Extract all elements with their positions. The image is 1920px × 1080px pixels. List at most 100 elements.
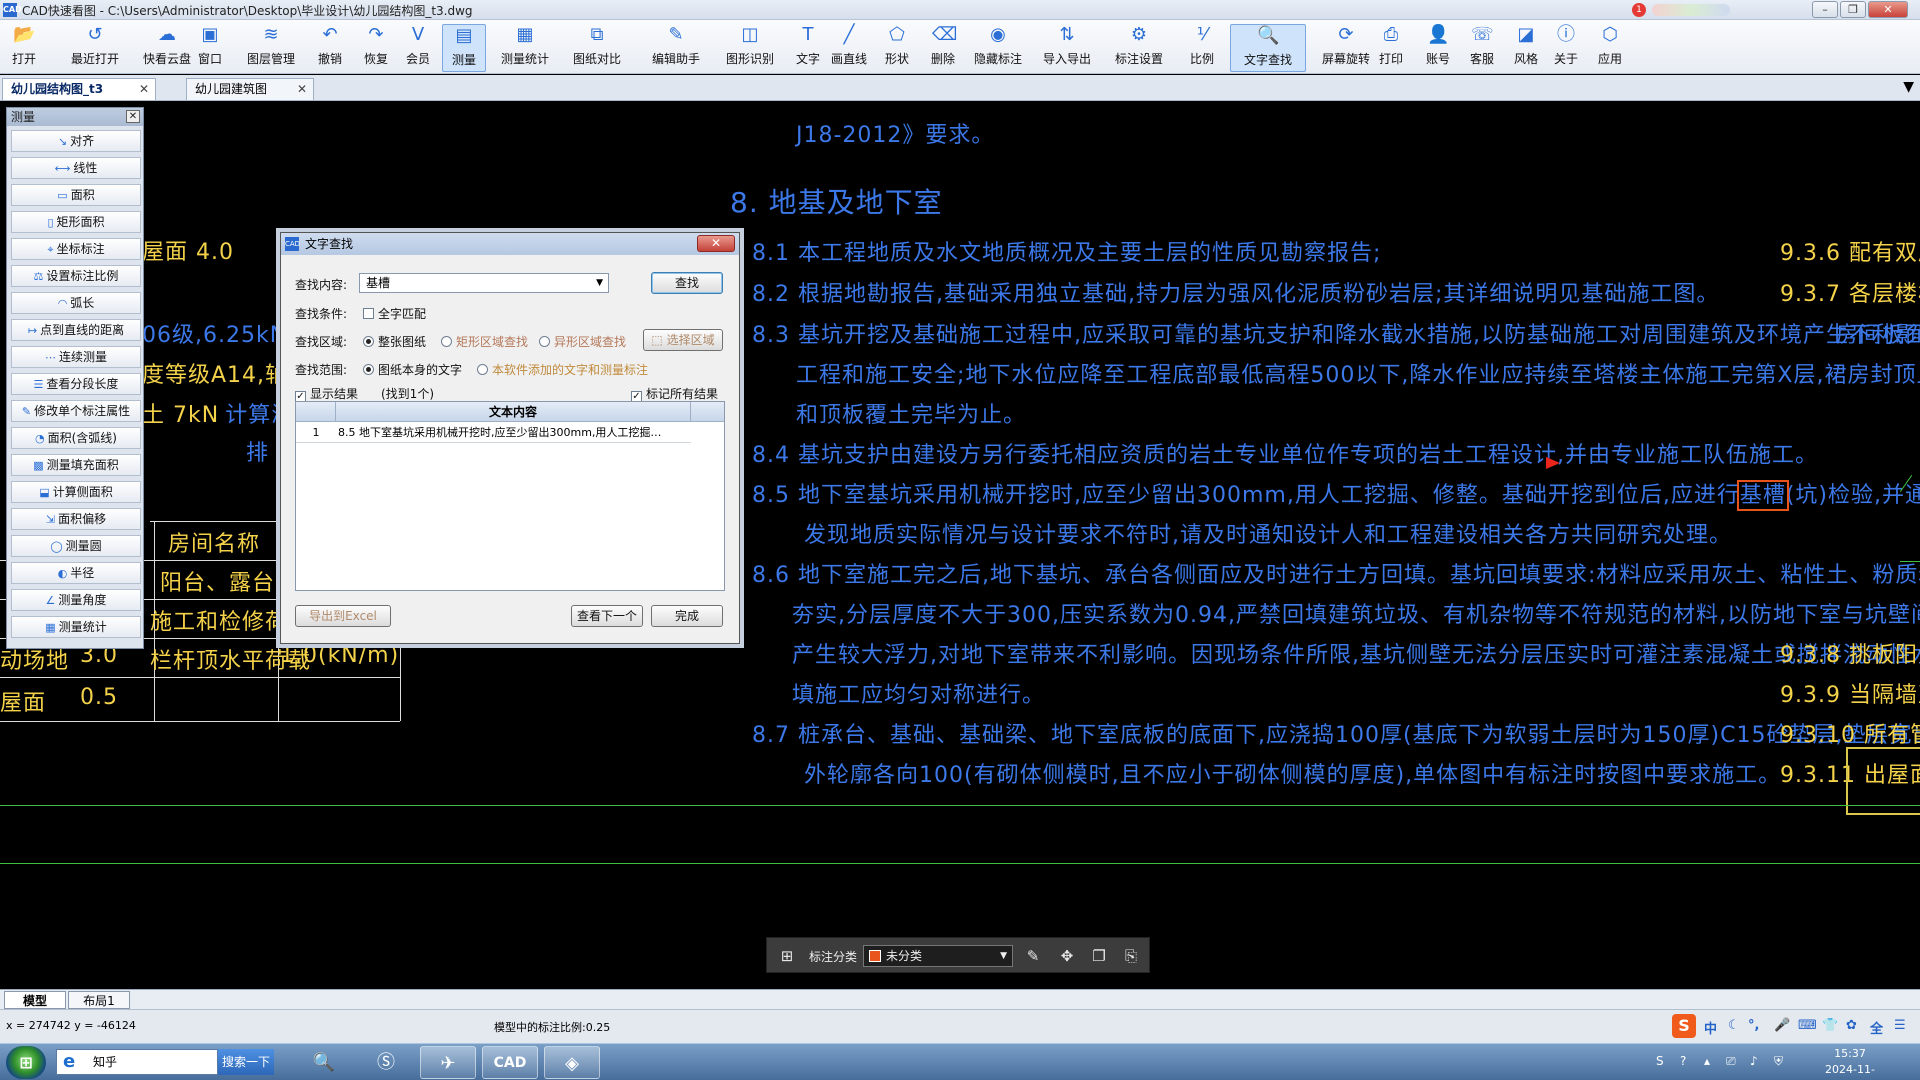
close-dialog-button[interactable]: ✕ xyxy=(697,235,735,252)
result-row[interactable]: 1 8.5 地下室基坑采用机械开挖时,应至少留出300mm,用人工挖掘… xyxy=(296,423,691,443)
start-button[interactable]: ⊞ xyxy=(6,1046,46,1079)
taskbar-clock[interactable]: 15:37 2024-11-21 xyxy=(1820,1046,1880,1080)
ime-language-toggle[interactable]: 中 xyxy=(1704,1018,1717,1037)
select-area-button[interactable]: ⬚ 选择区域 xyxy=(643,329,723,351)
measure-tool-item[interactable]: ▯ 矩形面积 xyxy=(11,211,141,233)
measure-tool-item[interactable]: ∠ 测量角度 xyxy=(11,589,141,611)
measure-tool-item[interactable]: ⬓ 计算侧面积 xyxy=(11,481,141,503)
tray-sogou-icon[interactable]: S xyxy=(1656,1054,1664,1068)
taskbar-feishu-icon[interactable]: ✈ xyxy=(420,1046,476,1079)
radio-added-annotations[interactable]: 本软件添加的文字和测量标注 xyxy=(477,361,648,378)
toolbar-button-stats[interactable]: ▦ 测量统计 xyxy=(490,24,560,72)
radio-dot[interactable] xyxy=(441,336,452,347)
tab-list-dropdown-icon[interactable]: ▼ xyxy=(1903,79,1914,95)
toolbar-button-compare[interactable]: ⧉ 图纸对比 xyxy=(562,24,632,72)
toolbar-button-user[interactable]: 👤 账号 xyxy=(1418,24,1458,72)
toolbar-button-layers[interactable]: ≋ 图层管理 xyxy=(236,24,306,72)
minimize-button[interactable]: – xyxy=(1812,1,1838,18)
checkbox-box[interactable] xyxy=(363,308,374,319)
toolbar-button-eye-hide[interactable]: ◉ 隐藏标注 xyxy=(966,24,1030,72)
toolbar-button-cloud[interactable]: ☁ 快看云盘 xyxy=(140,24,194,72)
toolbar-button-ruler[interactable]: ▤ 测量 xyxy=(442,24,486,72)
measure-tool-item[interactable]: ↘ 对齐 xyxy=(11,130,141,152)
sogou-logo-icon[interactable]: S xyxy=(1672,1014,1696,1038)
toolbar-button-headset[interactable]: ☏ 客服 xyxy=(1462,24,1502,72)
measure-tool-item[interactable]: ▭ 面积 xyxy=(11,184,141,206)
measure-tool-item[interactable]: ▩ 测量填充面积 xyxy=(11,454,141,476)
toolbar-button-annot-settings[interactable]: ⚙ 标注设置 xyxy=(1104,24,1174,72)
measure-tool-item[interactable]: ✎ 修改单个标注属性 xyxy=(11,400,141,422)
find-content-combobox[interactable]: 基槽 ▼ xyxy=(359,273,609,293)
export-excel-button[interactable]: 导出到Excel xyxy=(295,605,391,627)
toolbar-button-window[interactable]: ▣ 窗口 xyxy=(190,24,230,72)
toolbar-button-undo[interactable]: ↶ 撤销 xyxy=(310,24,350,72)
text-content-header[interactable]: 文本内容 xyxy=(336,402,691,422)
tray-arrow-icon[interactable]: ▴ xyxy=(1704,1054,1710,1068)
measure-tool-item[interactable]: ⟷ 线性 xyxy=(11,157,141,179)
close-panel-icon[interactable]: ✕ xyxy=(126,110,140,123)
chevron-down-icon[interactable]: ▼ xyxy=(596,274,603,292)
next-result-button[interactable]: 查看下一个 xyxy=(571,605,643,627)
toolbar-button-style[interactable]: ◪ 风格 xyxy=(1506,24,1546,72)
toolbar-button-printer[interactable]: ⎙ 打印 xyxy=(1368,24,1414,72)
toolbar-button-eraser[interactable]: ⌫ 删除 xyxy=(924,24,962,72)
done-button[interactable]: 完成 xyxy=(651,605,723,627)
measure-tool-item[interactable]: ⚖ 设置标注比例 xyxy=(11,265,141,287)
measure-tool-item[interactable]: ◯ 测量圆 xyxy=(11,535,141,557)
grid-apps-icon[interactable]: ⊞ xyxy=(777,946,797,966)
paste-icon[interactable]: ⎘ xyxy=(1121,946,1141,966)
taskbar-search-input[interactable]: e 知乎 xyxy=(56,1049,218,1075)
close-tab-icon[interactable]: ✕ xyxy=(139,79,149,99)
measure-tool-item[interactable]: ◔ 面积(含弧线) xyxy=(11,427,141,449)
radio-dot[interactable] xyxy=(539,336,550,347)
toolbar-button-line[interactable]: ╱ 画直线 xyxy=(826,24,872,72)
move-icon[interactable]: ✥ xyxy=(1057,946,1077,966)
ime-skin-icon[interactable]: 👕 xyxy=(1822,1018,1838,1033)
radio-rect-area[interactable]: 矩形区域查找 xyxy=(441,333,528,350)
taskbar-app-icon[interactable]: ◈ xyxy=(544,1046,600,1079)
radio-dot[interactable] xyxy=(477,364,488,375)
maximize-button[interactable]: ❐ xyxy=(1840,1,1866,18)
radio-drawing-text[interactable]: 图纸本身的文字 xyxy=(363,361,462,378)
toolbar-button-history[interactable]: ↺ 最近打开 xyxy=(52,24,138,72)
taskbar-cad-viewer-icon[interactable]: CAD xyxy=(482,1046,538,1079)
chevron-down-icon[interactable]: ▼ xyxy=(1000,946,1007,966)
measure-tool-item[interactable]: ⌖ 坐标标注 xyxy=(11,238,141,260)
toolbar-button-vip[interactable]: V 会员 xyxy=(400,24,436,72)
ime-mic-icon[interactable]: 🎤 xyxy=(1774,1018,1790,1033)
tray-network-icon[interactable]: ⎚ xyxy=(1726,1054,1736,1069)
toolbar-button-info[interactable]: ⓘ 关于 xyxy=(1546,24,1586,72)
edit-annotation-icon[interactable]: ✎ xyxy=(1023,946,1043,966)
measure-tool-item[interactable]: ▦ 测量统计 xyxy=(11,616,141,638)
toolbar-button-text-search[interactable]: 🔍 文字查找 xyxy=(1230,24,1306,72)
radio-dot[interactable] xyxy=(363,364,374,375)
toolbar-button-edit[interactable]: ✎ 编辑助手 xyxy=(640,24,712,72)
ime-punct-icon[interactable]: °, xyxy=(1748,1018,1759,1033)
measure-tool-item[interactable]: ↦ 点到直线的距离 xyxy=(11,319,141,341)
toolbar-button-folder-open[interactable]: 📂 打开 xyxy=(4,24,44,72)
tab-model[interactable]: 模型 xyxy=(4,991,66,1009)
taskbar-search-app-icon[interactable]: 🔍 xyxy=(296,1046,352,1079)
toolbar-button-recognize[interactable]: ◫ 图形识别 xyxy=(714,24,786,72)
toolbar-button-scale[interactable]: ⅟ 比例 xyxy=(1176,24,1228,72)
ime-moon-icon[interactable]: ☾ xyxy=(1728,1018,1740,1033)
measure-tool-item[interactable]: ⇲ 面积偏移 xyxy=(11,508,141,530)
annotation-category-select[interactable]: 未分类 ▼ xyxy=(863,945,1013,967)
tray-shield-icon[interactable]: ⛨ xyxy=(1774,1054,1783,1069)
copy-icon[interactable]: ❐ xyxy=(1089,946,1109,966)
ime-keyboard-icon[interactable]: ⌨ xyxy=(1798,1018,1817,1033)
taskbar-sogou-browser-icon[interactable]: Ⓢ xyxy=(358,1046,414,1079)
tab-architecture-drawing[interactable]: 幼儿园建筑图 ✕ xyxy=(186,78,314,100)
toolbar-button-redo[interactable]: ↷ 恢复 xyxy=(356,24,396,72)
measure-panel-header[interactable]: 测量 ✕ xyxy=(7,108,143,126)
toolbar-button-apps[interactable]: ⬡ 应用 xyxy=(1590,24,1630,72)
toolbar-button-shape[interactable]: ⬠ 形状 xyxy=(876,24,918,72)
close-tab-icon[interactable]: ✕ xyxy=(297,79,307,99)
radio-dot[interactable] xyxy=(363,336,374,347)
toolbar-button-import-export[interactable]: ⇅ 导入导出 xyxy=(1034,24,1100,72)
find-button[interactable]: 查找 xyxy=(651,272,723,294)
close-window-button[interactable]: ✕ xyxy=(1868,1,1908,18)
tray-volume-icon[interactable]: ♪ xyxy=(1750,1054,1758,1068)
show-results-checkbox[interactable]: ✓ 显示结果 xyxy=(295,385,358,402)
radio-irregular-area[interactable]: 异形区域查找 xyxy=(539,333,626,350)
